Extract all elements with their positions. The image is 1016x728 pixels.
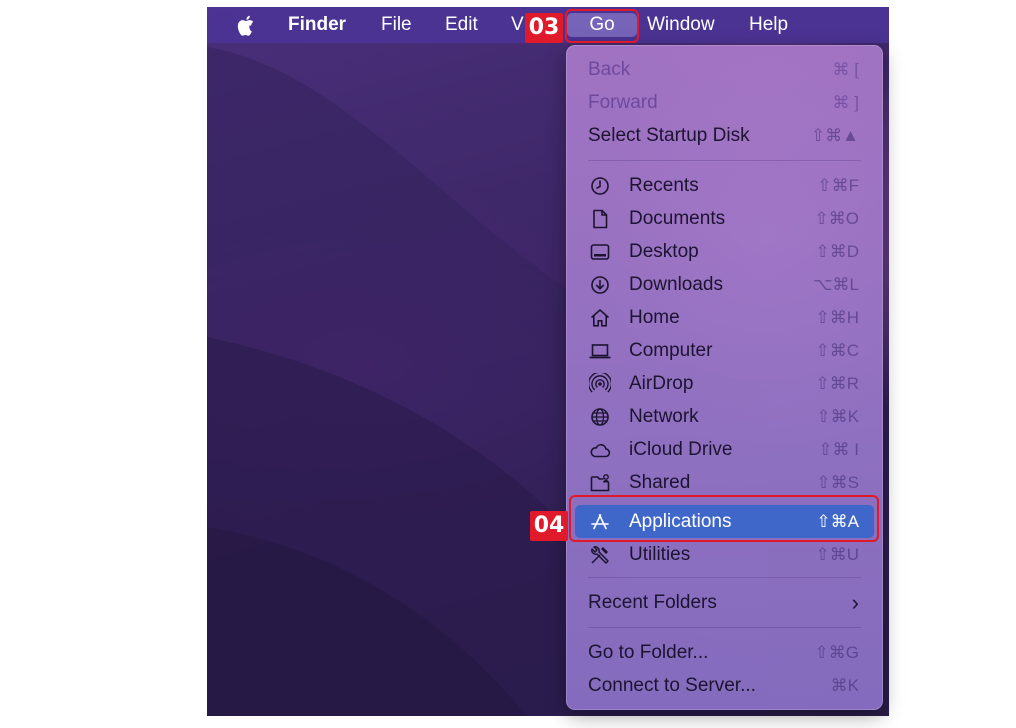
shortcut-text: ⌘K (830, 676, 859, 695)
menu-view[interactable]: V (511, 13, 524, 37)
menu-item-icloud-drive[interactable]: iCloud Drive ⇧⌘ I (566, 433, 883, 466)
shortcut-text: ⇧⌘D (815, 242, 859, 261)
menu-item-label: Select Startup Disk (588, 125, 750, 146)
menu-item-label: Recents (629, 175, 699, 196)
shortcut-text: ⇧⌘R (815, 374, 859, 393)
menu-item-label: Forward (588, 92, 658, 113)
menu-item-label: Utilities (629, 544, 691, 565)
menu-item-select-startup-disk[interactable]: Select Startup Disk ⇧⌘▲ (566, 119, 883, 152)
menu-item-back[interactable]: Back ⌘ [ (566, 53, 883, 86)
cloud-icon (590, 443, 611, 458)
menu-item-desktop[interactable]: Desktop ⇧⌘D (566, 235, 883, 268)
menu-finder[interactable]: Finder (288, 13, 346, 37)
menu-item-label: Desktop (629, 241, 699, 262)
desktop-icon (590, 244, 610, 260)
shortcut-text: ⇧⌘F (817, 176, 859, 195)
menu-item-airdrop[interactable]: AirDrop ⇧⌘R (566, 367, 883, 400)
step-badge-03: 03 (525, 13, 563, 43)
menu-item-label: Connect to Server... (588, 675, 756, 696)
menu-item-downloads[interactable]: Downloads ⌥⌘L (566, 268, 883, 301)
globe-icon (591, 408, 609, 426)
shortcut-text: ⇧⌘U (815, 545, 859, 564)
shortcut-text: ⇧⌘ I (818, 440, 859, 459)
airdrop-icon (589, 373, 611, 393)
apple-menu-icon[interactable] (237, 13, 257, 37)
clock-icon (591, 177, 609, 195)
menu-item-label: Home (629, 307, 680, 328)
menu-item-utilities[interactable]: Utilities ⇧⌘U (566, 538, 883, 571)
menu-window[interactable]: Window (647, 13, 715, 37)
menu-separator (588, 160, 861, 161)
menu-item-label: Back (588, 59, 631, 80)
shortcut-text: ⇧⌘H (815, 308, 859, 327)
menu-edit[interactable]: Edit (445, 13, 478, 37)
go-menu: Back ⌘ [ Forward ⌘ ] Select Startup Disk… (566, 45, 883, 710)
shortcut-text: ⇧⌘K (816, 407, 859, 426)
shortcut-text: ⌘ ] (832, 93, 859, 112)
menu-item-label: Network (629, 406, 699, 427)
menu-item-computer[interactable]: Computer ⇧⌘C (566, 334, 883, 367)
document-icon (593, 209, 608, 229)
callout-go-menu-frame (565, 9, 639, 43)
shortcut-text: ⇧⌘G (814, 643, 859, 662)
menu-separator (588, 577, 861, 578)
menu-help[interactable]: Help (749, 13, 788, 37)
utilities-icon (591, 546, 609, 564)
menu-item-home[interactable]: Home ⇧⌘H (566, 301, 883, 334)
menu-item-connect-to-server[interactable]: Connect to Server... ⌘K (566, 669, 883, 702)
step-badge-04: 04 (530, 511, 568, 541)
chevron-right-icon: › (851, 590, 859, 615)
menu-item-recents[interactable]: Recents ⇧⌘F (566, 169, 883, 202)
shortcut-text: ⌥⌘L (812, 275, 859, 294)
menu-item-documents[interactable]: Documents ⇧⌘O (566, 202, 883, 235)
menu-item-label: Recent Folders (588, 592, 717, 613)
menu-item-network[interactable]: Network ⇧⌘K (566, 400, 883, 433)
menu-item-label: Downloads (629, 274, 723, 295)
menu-item-label: AirDrop (629, 373, 694, 394)
menu-item-recent-folders[interactable]: Recent Folders › (566, 586, 883, 619)
menu-item-label: iCloud Drive (629, 439, 733, 460)
menu-item-go-to-folder[interactable]: Go to Folder... ⇧⌘G (566, 636, 883, 669)
home-icon (590, 309, 610, 327)
menu-item-label: Go to Folder... (588, 642, 709, 663)
shortcut-text: ⇧⌘C (815, 341, 859, 360)
menu-item-forward[interactable]: Forward ⌘ ] (566, 86, 883, 119)
shortcut-text: ⇧⌘O (814, 209, 859, 228)
menu-separator (588, 627, 861, 628)
menu-file[interactable]: File (381, 13, 412, 37)
menu-item-label: Computer (629, 340, 713, 361)
shortcut-text: ⇧⌘▲ (810, 126, 859, 145)
laptop-icon (589, 344, 611, 359)
callout-applications-frame (569, 495, 879, 542)
download-icon (591, 276, 609, 294)
shared-folder-icon (590, 474, 610, 492)
menu-item-label: Documents (629, 208, 726, 229)
shortcut-text: ⌘ [ (832, 60, 859, 79)
